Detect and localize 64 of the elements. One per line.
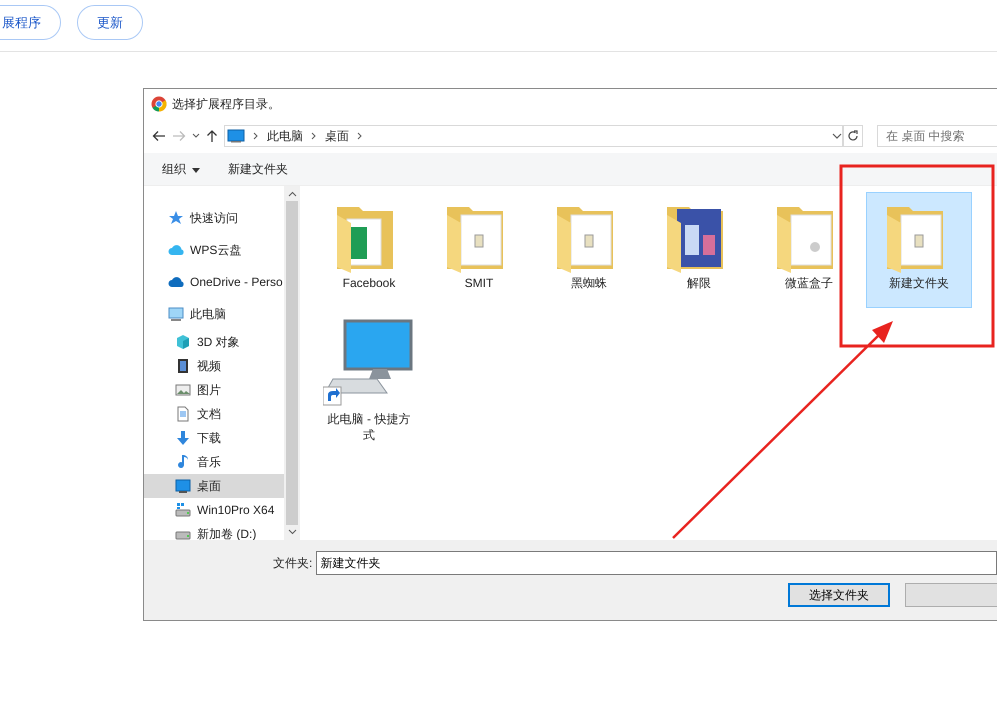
refresh-icon[interactable] — [847, 130, 859, 142]
sidebar-item[interactable]: 音乐 — [144, 450, 284, 474]
sidebar-item[interactable]: 此电脑 — [144, 298, 284, 330]
picture-icon — [175, 382, 191, 398]
file-item[interactable]: SMIT — [426, 192, 532, 308]
search-field[interactable]: 在 桌面 中搜索 — [877, 125, 997, 147]
sidebar-item[interactable]: 视频 — [144, 354, 284, 378]
chevron-down-icon[interactable] — [288, 529, 296, 535]
chevron-down-icon[interactable] — [192, 133, 200, 139]
sidebar-item[interactable]: OneDrive - Perso — [144, 266, 284, 298]
pill-button[interactable]: 更新 — [77, 5, 143, 40]
round-logo-icon — [151, 96, 167, 112]
file-name: Facebook — [342, 275, 396, 292]
sidebar-item[interactable]: WPS云盘 — [144, 234, 284, 266]
film-icon — [175, 358, 191, 374]
field-label: 文件夹: — [273, 555, 312, 572]
file-name: 新建文件夹 — [888, 275, 950, 292]
file-item[interactable]: 新建文件夹 — [866, 192, 972, 308]
chevron-right-icon — [311, 132, 317, 140]
cloud-icon — [168, 242, 184, 258]
monitor-icon — [227, 129, 245, 143]
sidebar-item[interactable]: 3D 对象 — [144, 330, 284, 354]
caret-icon — [192, 168, 200, 173]
star-icon — [168, 210, 184, 226]
monitor-icon — [168, 306, 184, 322]
window-title: 选择扩展程序目录。 — [172, 96, 280, 113]
drive-icon — [175, 502, 191, 518]
sidebar-item[interactable]: 图片 — [144, 378, 284, 402]
document-icon — [175, 406, 191, 422]
sidebar-item[interactable]: Win10Pro X64 — [144, 498, 284, 522]
toolbar-button[interactable]: 新建文件夹 — [228, 160, 288, 178]
sidebar-item[interactable]: 快速访问 — [144, 202, 284, 234]
file-item[interactable]: 此电脑 - 快捷方式 — [316, 308, 422, 444]
file-item[interactable]: 微蓝盒子 — [756, 192, 862, 308]
file-name: 黑蜘蛛 — [570, 275, 608, 292]
down-arrow-icon — [175, 430, 191, 446]
chevron-right-icon — [253, 132, 259, 140]
dialog-button[interactable]: 选择文件夹 — [788, 583, 890, 607]
file-name: 解限 — [686, 275, 712, 292]
cloud-icon — [168, 274, 184, 290]
chevron-up-icon[interactable] — [288, 191, 296, 197]
sidebar-item[interactable]: 桌面 — [144, 474, 284, 498]
sidebar-item[interactable]: 下载 — [144, 426, 284, 450]
file-item[interactable]: Facebook — [316, 192, 422, 308]
music-note-icon — [175, 454, 191, 470]
toolbar-button[interactable]: 组织 — [162, 160, 200, 178]
file-name: 微蓝盒子 — [784, 275, 834, 292]
folder-name-field[interactable]: 新建文件夹 — [316, 551, 997, 575]
sidebar-item[interactable]: 文档 — [144, 402, 284, 426]
back-arrow-icon[interactable] — [152, 130, 166, 142]
pill-button[interactable]: 展程序 — [0, 5, 61, 40]
breadcrumb-item[interactable]: 此电脑 — [267, 127, 303, 145]
chevron-right-icon — [357, 132, 363, 140]
up-arrow-icon[interactable] — [206, 129, 218, 143]
scrollbar[interactable] — [284, 186, 300, 540]
file-item[interactable]: 黑蜘蛛 — [536, 192, 642, 308]
breadcrumb-item[interactable]: 桌面 — [325, 127, 349, 145]
file-item[interactable]: 解限 — [646, 192, 752, 308]
address-bar[interactable]: 此电脑 桌面 — [224, 125, 843, 147]
monitor-icon — [175, 478, 191, 494]
file-name: SMIT — [464, 275, 494, 292]
dropdown-caret-icon[interactable] — [832, 132, 842, 140]
cube-icon — [175, 334, 191, 350]
file-name: 此电脑 - 快捷方式 — [326, 411, 412, 444]
